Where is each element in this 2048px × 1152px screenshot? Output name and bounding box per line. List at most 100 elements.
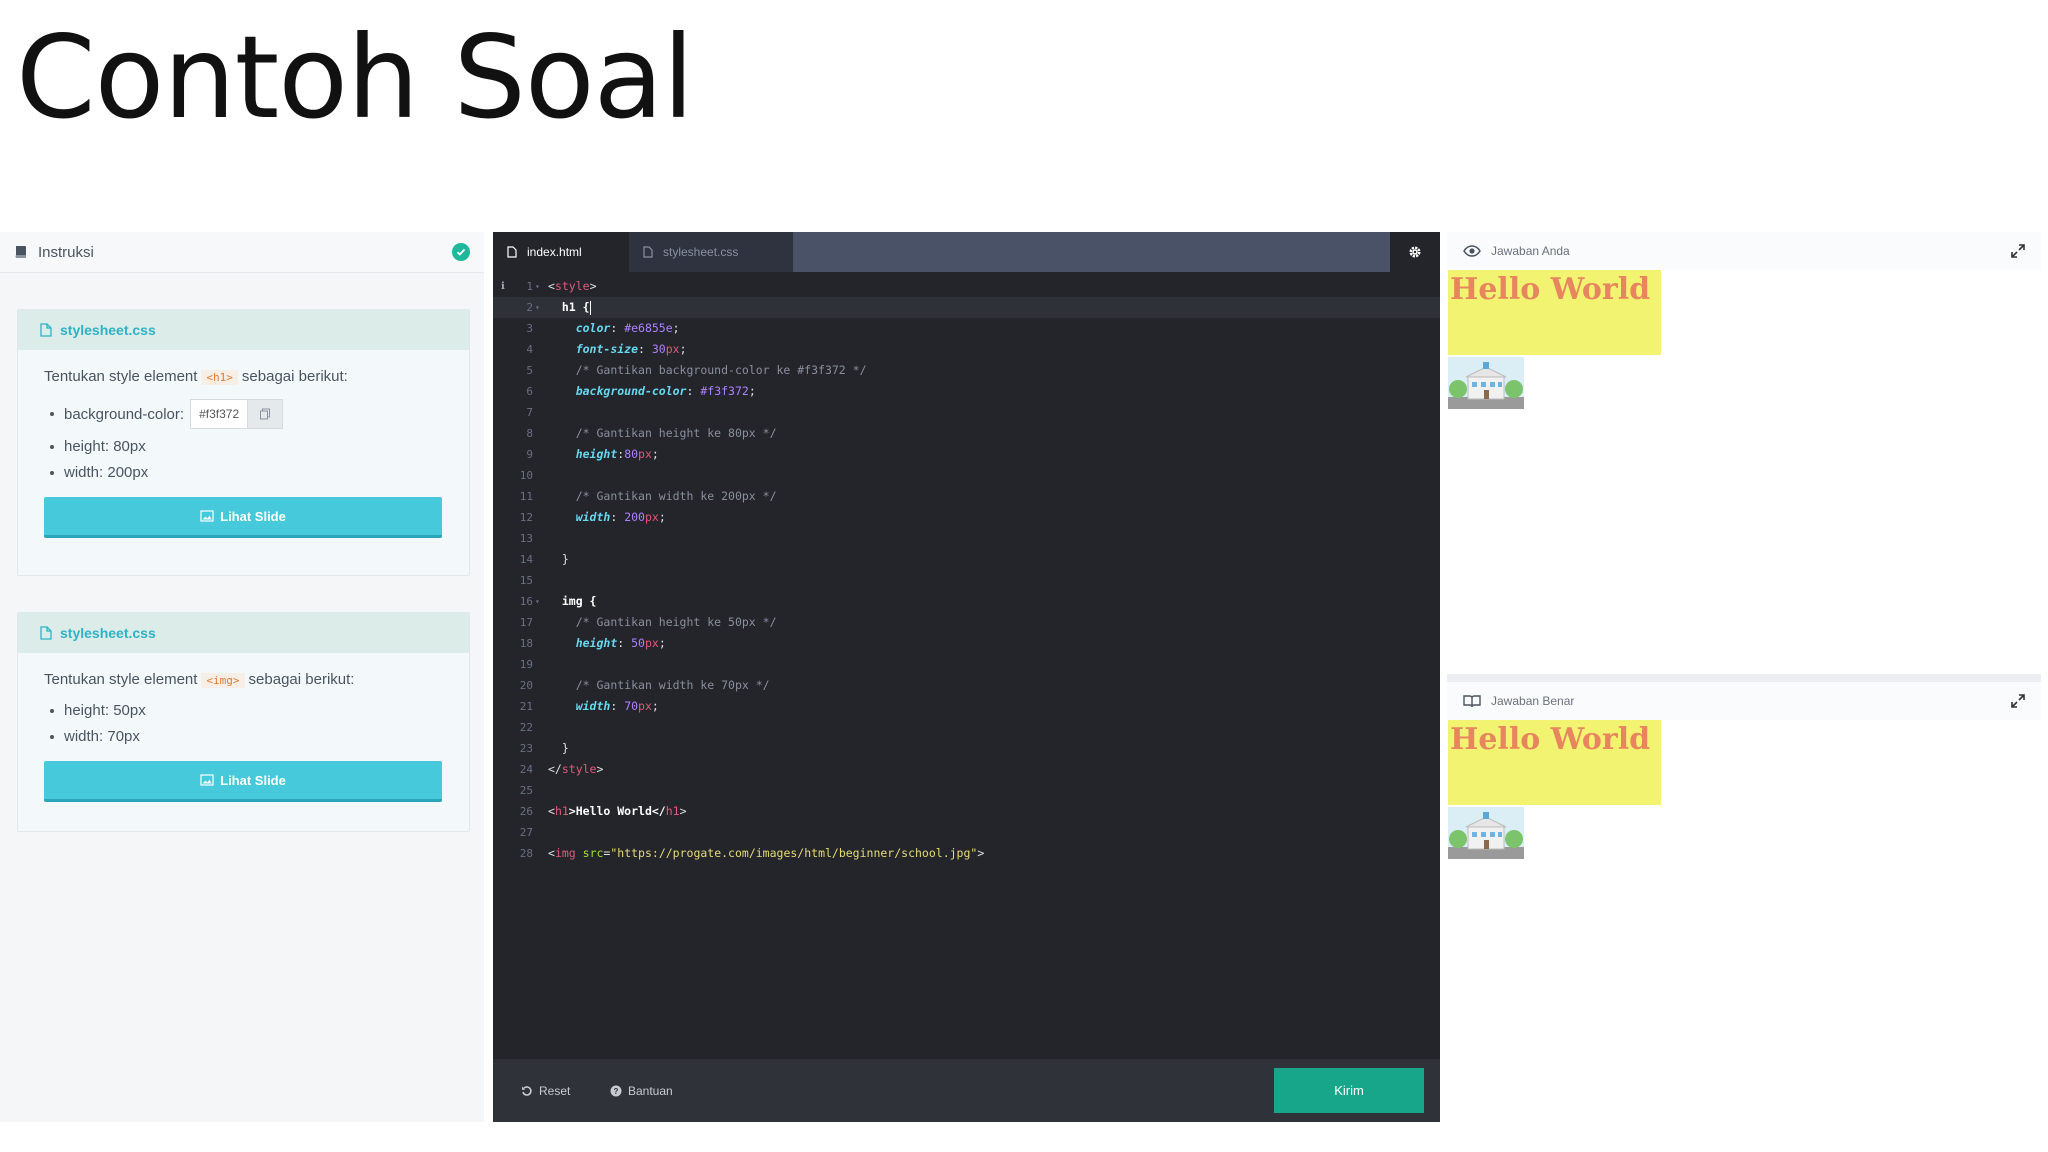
line-number: 25 [519, 784, 533, 797]
line-number: 19 [519, 658, 533, 671]
instructions-header: Instruksi [0, 232, 484, 273]
tab-label: index.html [527, 245, 582, 259]
code-line: 8 /* Gantikan height ke 80px */ [493, 423, 1440, 444]
task-card-h1: stylesheet.css Tentukan style element <h1… [17, 309, 470, 576]
slide-title: Contoh Soal [16, 11, 694, 144]
line-number: 1 [526, 280, 533, 293]
line-number: 21 [519, 700, 533, 713]
submit-button[interactable]: Kirim [1274, 1068, 1424, 1113]
correct-answer-header: Jawaban Benar [1447, 682, 2041, 720]
image-icon [200, 510, 214, 522]
bullet-width: width: 70px [44, 728, 443, 745]
element-tag: <img> [201, 673, 245, 688]
view-slide-button[interactable]: Lihat Slide [44, 497, 442, 538]
code-token: > [977, 846, 985, 860]
expand-icon[interactable] [2011, 244, 2025, 258]
school-image [1448, 807, 1524, 859]
bullet-text: height: 80px [64, 438, 146, 455]
code-token: width [575, 510, 611, 524]
tab-stylesheet-css[interactable]: stylesheet.css [629, 232, 793, 272]
fold-arrow-icon[interactable]: ▾ [535, 276, 540, 297]
code-line: 7 [493, 402, 1440, 423]
editor-footer: Reset ? Bantuan Kirim [493, 1059, 1440, 1122]
code-token: > [679, 804, 687, 818]
reset-button[interactable]: Reset [521, 1059, 570, 1122]
code-token: px [638, 447, 652, 461]
panel-divider[interactable] [1447, 674, 2041, 682]
preview-heading: Hello World [1448, 270, 1661, 355]
line-number: 6 [526, 385, 533, 398]
expand-icon[interactable] [2011, 694, 2025, 708]
code-line: 28 <img src="https://progate.com/images/… [493, 843, 1440, 864]
code-token: } [561, 741, 569, 755]
code-token: width [575, 699, 611, 713]
code-token: 70 [624, 699, 639, 713]
text-cursor [589, 300, 591, 315]
correct-answer-label: Jawaban Benar [1491, 694, 1575, 708]
code-token: px [665, 342, 680, 356]
bullet-text: width: 200px [64, 464, 149, 481]
code-comment: /* Gantikan height ke 80px */ [575, 426, 777, 440]
tab-label: stylesheet.css [663, 245, 739, 259]
instructions-panel: Instruksi stylesheet.css Tentukan style … [0, 232, 484, 1122]
code-line: 23 } [493, 738, 1440, 759]
code-line: 10 [493, 465, 1440, 486]
line-number: 15 [519, 574, 533, 587]
line-number: 10 [519, 469, 533, 482]
code-token: img [554, 846, 576, 860]
color-value-field: #f3f372 [190, 399, 284, 429]
code-token: height [575, 636, 618, 650]
line-number: 17 [519, 616, 533, 629]
code-token: >Hello World</ [568, 804, 666, 818]
code-token: color [575, 321, 611, 335]
code-line: 11 /* Gantikan width ke 200px */ [493, 486, 1440, 507]
code-token: < [548, 804, 555, 818]
bullet-label: background-color: [64, 405, 185, 423]
line-number: 24 [519, 763, 533, 776]
code-line: 9 height:80px; [493, 444, 1440, 465]
code-line: 3 color: #e6855e; [493, 318, 1440, 339]
card-file-name: stylesheet.css [60, 322, 156, 338]
line-number: 16 [519, 595, 533, 608]
code-token: #f3f372 [700, 384, 749, 398]
view-slide-button[interactable]: Lihat Slide [44, 761, 442, 802]
instructions-title: Instruksi [38, 243, 94, 261]
task-intro: Tentukan style element <img> sebagai berik… [44, 671, 443, 688]
reset-label: Reset [539, 1083, 571, 1098]
code-line: 2 ▾ h1 { [493, 297, 1440, 318]
code-token: } [561, 552, 569, 566]
line-number: 14 [519, 553, 533, 566]
your-answer-label: Jawaban Anda [1491, 244, 1570, 258]
code-token: "https://progate.com/images/html/beginne… [610, 846, 978, 860]
line-number: 23 [519, 742, 533, 755]
code-line: 22 [493, 717, 1440, 738]
code-line: 17 /* Gantikan height ke 50px */ [493, 612, 1440, 633]
bullet-height: height: 50px [44, 702, 443, 719]
code-token: h1 [665, 804, 680, 818]
fold-arrow-icon[interactable]: ▾ [535, 591, 540, 612]
line-number: 22 [519, 721, 533, 734]
book-icon [15, 246, 26, 258]
copy-button[interactable] [247, 400, 283, 428]
line-number: 28 [519, 847, 533, 860]
code-area[interactable]: ℹ 1 ▾ <style> 2 ▾ h1 { 3 color: #e6855e;… [493, 272, 1440, 1052]
help-icon: ? [610, 1085, 622, 1096]
code-line: 15 [493, 570, 1440, 591]
help-button[interactable]: ? Bantuan [610, 1059, 673, 1122]
code-line: 5 /* Gantikan background-color ke #f3f37… [493, 360, 1440, 381]
code-token: height [575, 447, 618, 461]
code-token: > [589, 279, 597, 293]
code-comment: /* Gantikan background-color ke #f3f372 … [575, 363, 867, 377]
fold-arrow-icon[interactable]: ▾ [535, 297, 540, 318]
code-line: 27 [493, 822, 1440, 843]
view-slide-label: Lihat Slide [220, 772, 286, 788]
help-label: Bantuan [628, 1083, 673, 1098]
code-token: 30 [651, 342, 666, 356]
line-number: 12 [519, 511, 533, 524]
your-answer-panel: Jawaban Anda Hello World [1447, 232, 2041, 674]
code-line: 19 [493, 654, 1440, 675]
line-number: 9 [526, 448, 533, 461]
bullet-text: width: 70px [64, 728, 140, 745]
tab-index-html[interactable]: index.html [493, 232, 643, 272]
settings-button[interactable] [1390, 232, 1440, 272]
